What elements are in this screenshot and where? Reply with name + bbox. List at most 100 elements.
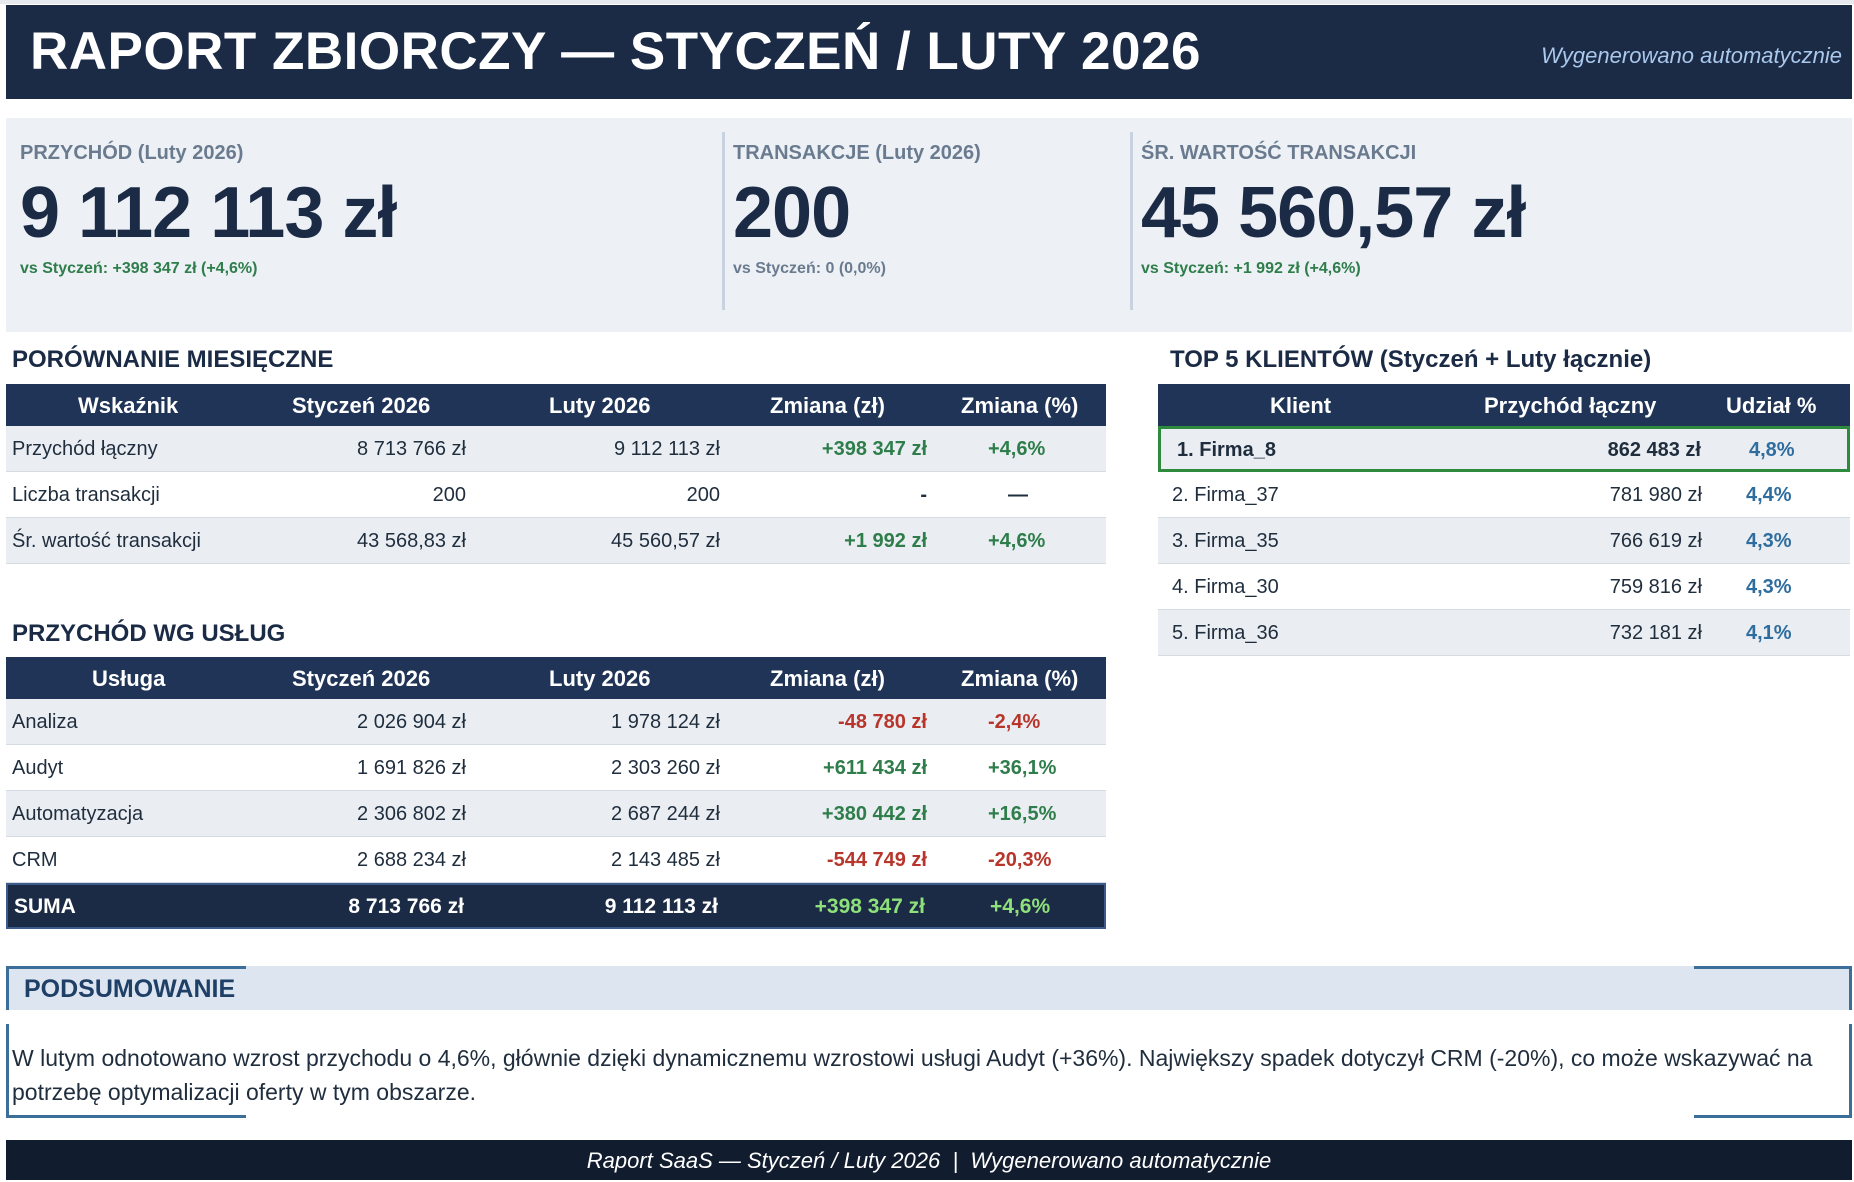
client-share: 4,4% [1746, 484, 1792, 506]
service-name: Automatyzacja [12, 803, 144, 825]
feb-value: 200 [686, 484, 720, 506]
client-name: 1. Firma_8 [1177, 439, 1276, 461]
jan-total: 8 713 766 zł [348, 895, 464, 918]
kpi-compare: vs Styczeń: +1 992 zł (+4,6%) [1141, 260, 1361, 277]
client-share: 4,3% [1746, 530, 1792, 552]
change-amount: -48 780 zł [838, 711, 927, 733]
table-row: Śr. wartość transakcji 43 568,83 zł 45 5… [6, 518, 1106, 564]
services-table: Usługa Styczeń 2026 Luty 2026 Zmiana (zł… [6, 657, 1106, 929]
change-amount: +1 992 zł [844, 530, 927, 552]
feb-value: 45 560,57 zł [611, 530, 720, 552]
sheet-top-border [0, 0, 1854, 4]
client-revenue: 862 483 zł [1607, 439, 1701, 461]
table-row: 4. Firma_30 759 816 zł 4,3% [1158, 564, 1850, 610]
table-row: Analiza 2 026 904 zł 1 978 124 zł -48 78… [6, 699, 1106, 745]
jan-value: 2 026 904 zł [357, 711, 466, 733]
jan-value: 200 [432, 484, 466, 506]
feb-total: 9 112 113 zł [604, 895, 718, 918]
client-share: 4,1% [1746, 622, 1792, 644]
service-name: Analiza [12, 711, 78, 733]
column-header: Zmiana (%) [961, 666, 1079, 691]
jan-value: 43 568,83 zł [357, 530, 466, 552]
feb-value: 2 303 260 zł [611, 757, 720, 779]
generated-note: Wygenerowano automatycznie [1541, 43, 1842, 68]
table-row: 5. Firma_36 732 181 zł 4,1% [1158, 610, 1850, 656]
change-percent: +16,5% [988, 803, 1057, 825]
feb-value: 2 687 244 zł [611, 803, 720, 825]
total-label: SUMA [14, 895, 76, 918]
column-header: Zmiana (%) [961, 393, 1079, 418]
divider [1694, 1115, 1852, 1118]
column-header: Udział % [1726, 393, 1817, 418]
report-footer: Raport SaaS — Styczeń / Luty 2026 | Wyge… [6, 1140, 1852, 1180]
table-header: Wskaźnik Styczeń 2026 Luty 2026 Zmiana (… [6, 384, 1106, 426]
services-section-title: PRZYCHÓD WG USŁUG [12, 620, 286, 647]
client-name: 2. Firma_37 [1172, 484, 1279, 506]
divider [6, 1024, 9, 1118]
table-row: Automatyzacja 2 306 802 zł 2 687 244 zł … [6, 791, 1106, 837]
column-header: Styczeń 2026 [292, 666, 431, 691]
divider [1849, 1024, 1852, 1118]
client-share: 4,3% [1746, 576, 1792, 598]
summary-body: W lutym odnotowano wzrost przychodu o 4,… [6, 1024, 1852, 1118]
metric-name: Przychód łączny [12, 438, 158, 460]
kpi-compare: vs Styczeń: +398 347 zł (+4,6%) [20, 260, 258, 277]
client-share: 4,8% [1749, 439, 1795, 461]
column-header: Wskaźnik [78, 393, 179, 418]
service-name: Audyt [12, 757, 64, 779]
column-header: Luty 2026 [549, 666, 651, 691]
jan-value: 2 306 802 zł [357, 803, 466, 825]
jan-value: 8 713 766 zł [357, 438, 466, 460]
feb-value: 9 112 113 zł [613, 438, 720, 460]
change-percent: — [1008, 484, 1028, 506]
service-name: CRM [12, 849, 58, 871]
feb-value: 1 978 124 zł [611, 711, 720, 733]
jan-value: 2 688 234 zł [357, 849, 466, 871]
divider [6, 1115, 246, 1118]
column-header: Styczeń 2026 [292, 393, 431, 418]
summary-text: W lutym odnotowano wzrost przychodu o 4,… [12, 1045, 1813, 1105]
table-header: Usługa Styczeń 2026 Luty 2026 Zmiana (zł… [6, 657, 1106, 699]
table-row: Przychód łączny 8 713 766 zł 9 112 113 z… [6, 426, 1106, 472]
column-header: Klient [1270, 393, 1332, 418]
kpi-label: TRANSAKCJE (Luty 2026) [733, 142, 981, 164]
top5-section-title: TOP 5 KLIENTÓW (Styczeń + Luty łącznie) [1170, 346, 1652, 373]
kpi-value: 45 560,57 zł [1141, 173, 1526, 253]
change-amount: - [920, 484, 927, 506]
divider [1694, 966, 1852, 969]
divider [6, 966, 246, 969]
kpi-value: 200 [733, 173, 851, 253]
report-header: RAPORT ZBIORCZY — STYCZEŃ / LUTY 2026 Wy… [6, 5, 1852, 99]
table-row: 3. Firma_35 766 619 zł 4,3% [1158, 518, 1850, 564]
table-row: Audyt 1 691 826 zł 2 303 260 zł +611 434… [6, 745, 1106, 791]
table-row: Liczba transakcji 200 200 - — [6, 472, 1106, 518]
monthly-table: Wskaźnik Styczeń 2026 Luty 2026 Zmiana (… [6, 384, 1106, 564]
column-header: Przychód łączny [1484, 393, 1657, 418]
metric-name: Śr. wartość transakcji [12, 530, 201, 552]
jan-value: 1 691 826 zł [357, 757, 466, 779]
table-row: CRM 2 688 234 zł 2 143 485 zł -544 749 z… [6, 837, 1106, 883]
divider [6, 966, 9, 1010]
column-header: Zmiana (zł) [770, 666, 885, 691]
client-revenue: 766 619 zł [1609, 530, 1702, 552]
report-title: RAPORT ZBIORCZY — STYCZEŃ / LUTY 2026 [30, 22, 1201, 81]
change-percent: +36,1% [988, 757, 1057, 779]
change-amount-total: +398 347 zł [814, 895, 925, 918]
table-row-highlighted: 1. Firma_8 862 483 zł 4,8% [1158, 426, 1850, 472]
kpi-label: ŚR. WARTOŚĆ TRANSAKCJI [1141, 142, 1417, 164]
change-percent: -20,3% [988, 849, 1052, 871]
kpi-transactions: TRANSAKCJE (Luty 2026) 200 vs Styczeń: 0… [722, 132, 1127, 310]
table-header: Klient Przychód łączny Udział % [1158, 384, 1850, 426]
feb-value: 2 143 485 zł [611, 849, 720, 871]
kpi-value: 9 112 113 zł [20, 173, 397, 253]
change-percent: +4,6% [988, 530, 1046, 552]
kpi-compare: vs Styczeń: 0 (0,0%) [733, 260, 886, 277]
change-percent: +4,6% [988, 438, 1046, 460]
column-header: Zmiana (zł) [770, 393, 885, 418]
kpi-avg-transaction: ŚR. WARTOŚĆ TRANSAKCJI 45 560,57 zł vs S… [1130, 132, 1850, 310]
kpi-band: PRZYCHÓD (Luty 2026) 9 112 113 zł vs Sty… [6, 118, 1852, 332]
kpi-label: PRZYCHÓD (Luty 2026) [20, 142, 244, 164]
table-row: 2. Firma_37 781 980 zł 4,4% [1158, 472, 1850, 518]
change-amount: +611 434 zł [823, 757, 927, 779]
client-revenue: 732 181 zł [1609, 622, 1702, 644]
